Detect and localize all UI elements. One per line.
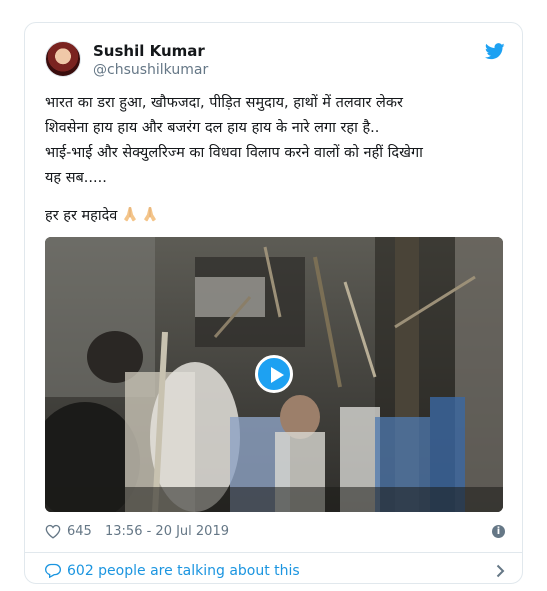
info-icon[interactable]: i (492, 525, 505, 538)
tweet-line: भाई-भाई और सेक्युलरिज्म का विधवा विलाप क… (45, 145, 423, 161)
video-thumbnail[interactable] (45, 237, 503, 512)
tweet-timestamp[interactable]: 13:56 - 20 Jul 2019 (105, 522, 229, 542)
conversation-link[interactable]: 602 people are talking about this (45, 560, 505, 582)
author-name[interactable]: Sushil Kumar (93, 41, 205, 61)
heart-icon[interactable] (45, 524, 61, 539)
tweet-card[interactable]: Sushil Kumar @chsushilkumar भारत का डरा … (24, 22, 523, 584)
like-count[interactable]: 645 (67, 522, 92, 542)
tweet-text: भारत का डरा हुआ, खौफजदा, पीड़ित समुदाय, … (45, 91, 507, 229)
twitter-bird-icon[interactable] (485, 43, 505, 60)
folded-hands-emoji (143, 207, 156, 222)
tweet-line: यह सब..... (45, 170, 107, 186)
tweet-line-closing: हर हर महादेव (45, 204, 507, 229)
tweet-line: शिवसेना हाय हाय और बजरंग दल हाय हाय के न… (45, 120, 380, 136)
tweet-meta: 645 13:56 - 20 Jul 2019 i (45, 522, 505, 542)
play-icon[interactable] (255, 355, 293, 393)
tweet-line: भारत का डरा हुआ, खौफजदा, पीड़ित समुदाय, … (45, 95, 403, 111)
chevron-right-icon[interactable] (496, 564, 505, 578)
tweet-header: Sushil Kumar @chsushilkumar (45, 41, 505, 81)
avatar[interactable] (45, 41, 81, 77)
author-handle[interactable]: @chsushilkumar (93, 61, 208, 79)
conversation-text[interactable]: 602 people are talking about this (67, 561, 300, 581)
tweet-line: हर हर महादेव (45, 208, 118, 224)
folded-hands-emoji (124, 207, 136, 222)
divider (25, 552, 522, 553)
comment-bubble-icon (45, 563, 61, 578)
